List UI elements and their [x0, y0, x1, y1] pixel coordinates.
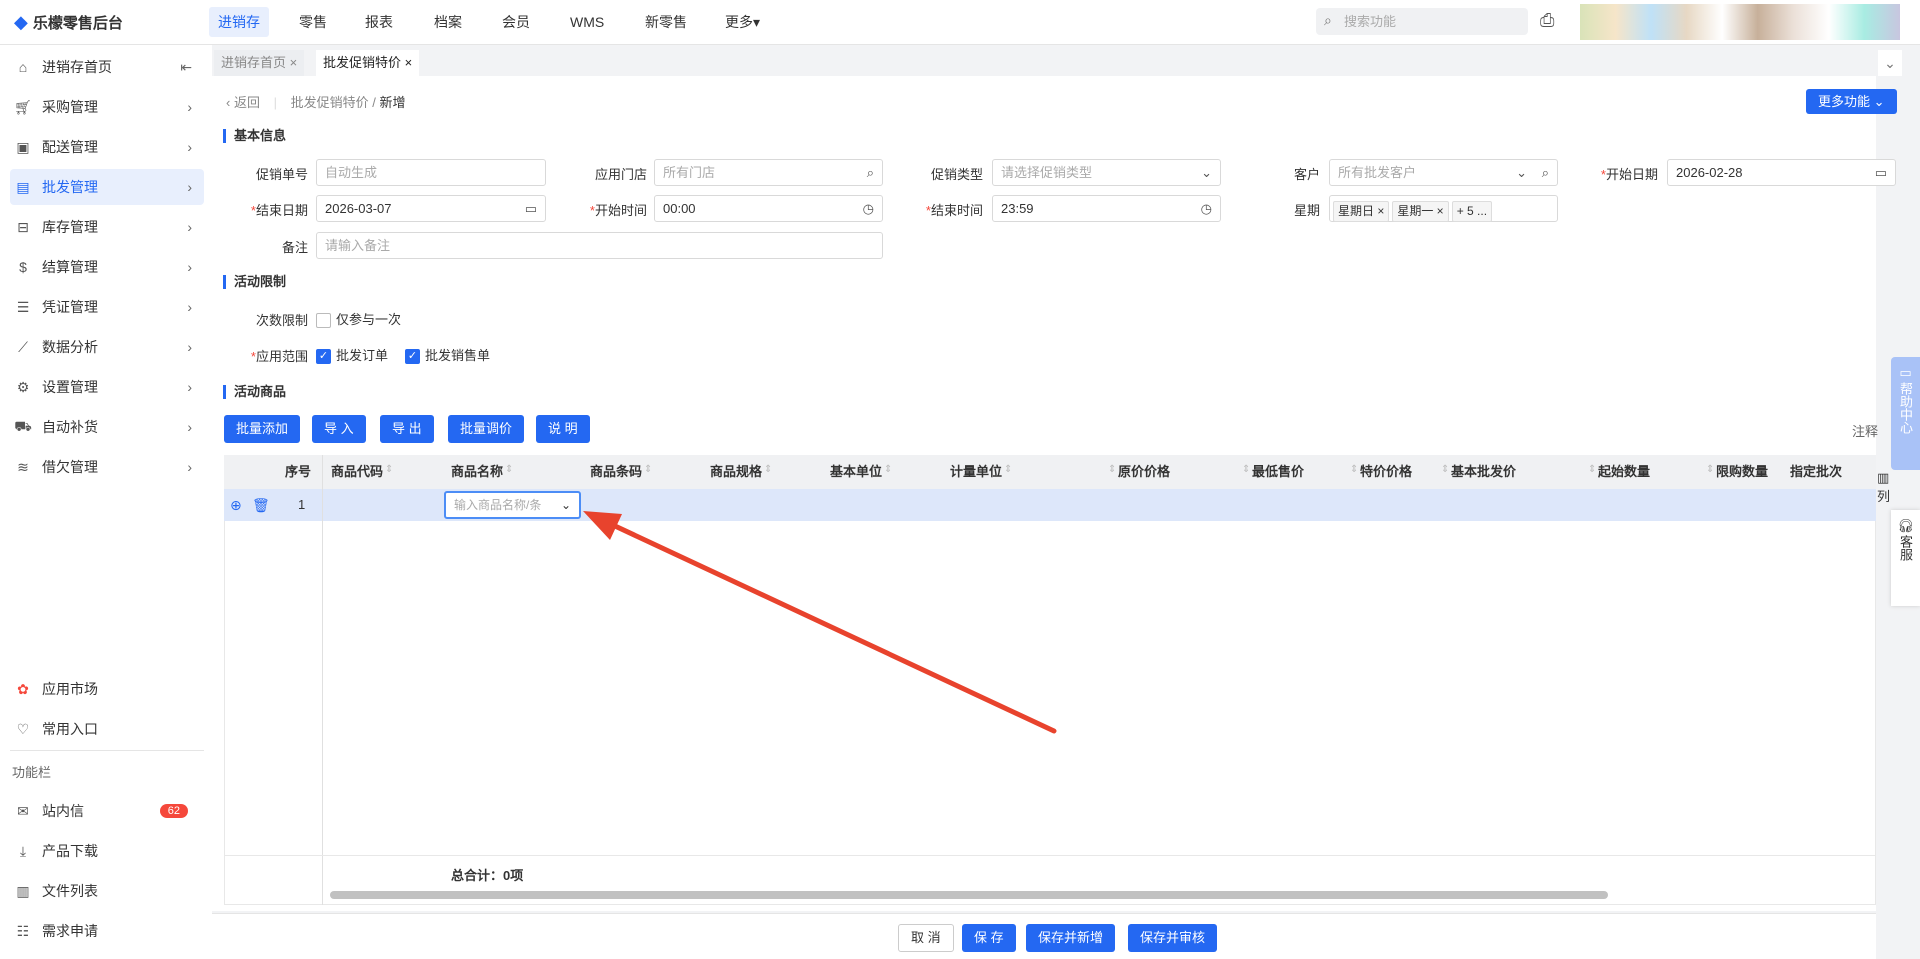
save-button[interactable]: 保 存: [962, 924, 1016, 952]
headset-icon: 🎧︎: [1897, 518, 1914, 533]
customer-service-button[interactable]: 🎧︎ 客服: [1891, 510, 1920, 606]
cancel-button[interactable]: 取 消: [898, 924, 954, 952]
save-and-approve-button[interactable]: 保存并审核: [1128, 924, 1218, 952]
chat-icon: ▭: [1899, 365, 1912, 380]
annotation-arrow: [583, 511, 1057, 734]
save-and-new-button[interactable]: 保存并新增: [1026, 924, 1116, 952]
help-center-button[interactable]: ▭ 帮助中心: [1891, 357, 1920, 470]
